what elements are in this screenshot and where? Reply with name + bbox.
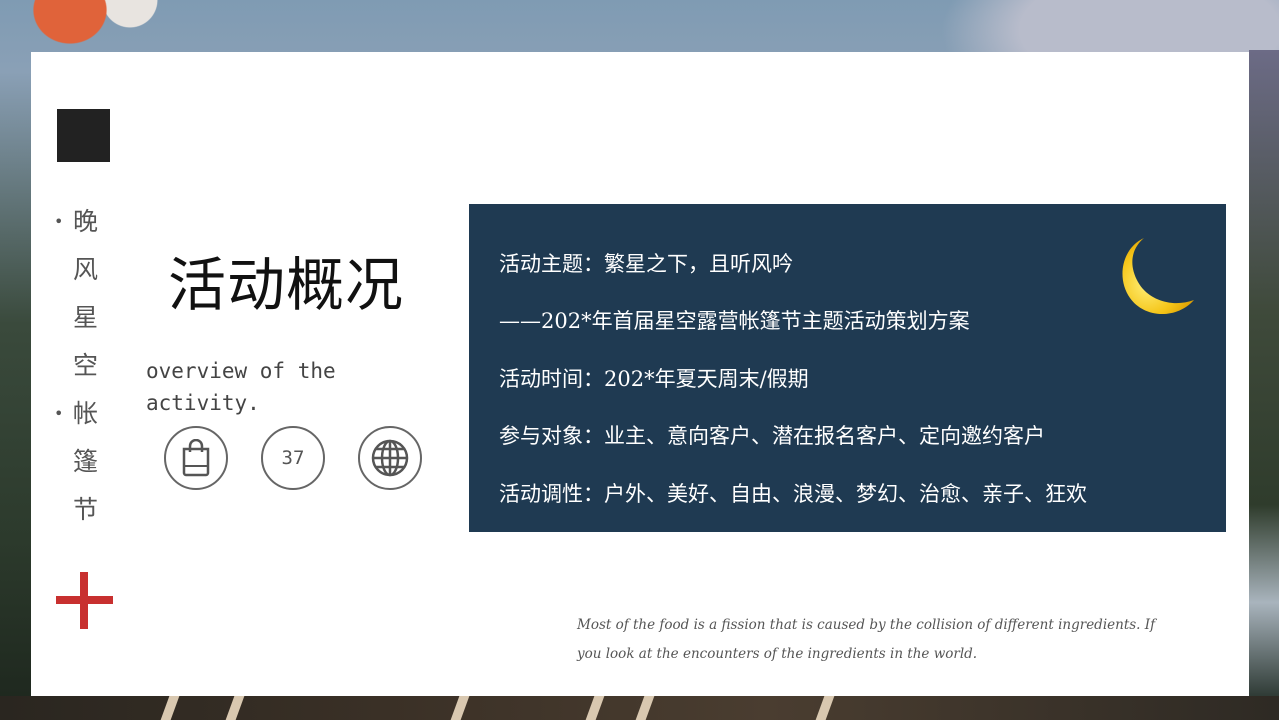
panel-line-theme: 活动主题：繁星之下，且听风吟 xyxy=(499,252,793,276)
globe-icon xyxy=(371,439,409,477)
panel-line-time: 活动时间：202*年夏天周末/假期 xyxy=(499,367,809,391)
bullet: • xyxy=(54,212,64,231)
vertical-char: 风 xyxy=(52,246,112,294)
panel-line-audience: 参与对象：业主、意向客户、潜在报名客户、定向邀约客户 xyxy=(499,424,1045,448)
black-square-decoration xyxy=(57,109,110,162)
activity-info-panel: 活动主题：繁星之下，且听风吟 ——202*年首届星空露营帐篷节主题活动策划方案 … xyxy=(469,204,1226,532)
vertical-char-text: 节 xyxy=(73,495,99,524)
crescent-moon-icon xyxy=(1122,238,1194,315)
red-plus-vertical xyxy=(80,572,88,629)
background-photo-right-edge xyxy=(1249,50,1279,700)
bullet: • xyxy=(54,404,64,423)
vertical-title: • 晚 风 星 空 • 帐 篷 节 xyxy=(52,198,112,534)
panel-line-plan: ——202*年首届星空露营帐篷节主题活动策划方案 xyxy=(499,309,970,333)
shopping-bag-circle xyxy=(164,426,228,490)
red-plus-decoration xyxy=(56,572,113,629)
page-title: 活动概况 xyxy=(168,251,405,319)
number-badge: 37 xyxy=(281,447,305,469)
vertical-char: 空 xyxy=(52,342,112,390)
vertical-char-text: 帐 xyxy=(73,399,99,428)
vertical-char: 星 xyxy=(52,294,112,342)
vertical-char-text: 篷 xyxy=(73,447,99,476)
vertical-char-text: 风 xyxy=(73,255,99,284)
vertical-char-text: 星 xyxy=(73,303,99,332)
number-badge-circle: 37 xyxy=(261,426,325,490)
page-subtitle: overview of the activity. xyxy=(146,359,336,415)
vertical-char-text: 空 xyxy=(73,351,99,380)
shopping-bag-icon xyxy=(182,439,210,477)
vertical-char: 节 xyxy=(52,486,112,534)
vertical-char: • 晚 xyxy=(52,198,112,246)
footnote-text: Most of the food is a fission that is ca… xyxy=(577,617,1156,662)
vertical-char: 篷 xyxy=(52,438,112,486)
globe-circle xyxy=(358,426,422,490)
vertical-char: • 帐 xyxy=(52,390,112,438)
panel-line-tone: 活动调性：户外、美好、自由、浪漫、梦幻、治愈、亲子、狂欢 xyxy=(499,482,1087,506)
vertical-char-text: 晚 xyxy=(73,207,99,236)
